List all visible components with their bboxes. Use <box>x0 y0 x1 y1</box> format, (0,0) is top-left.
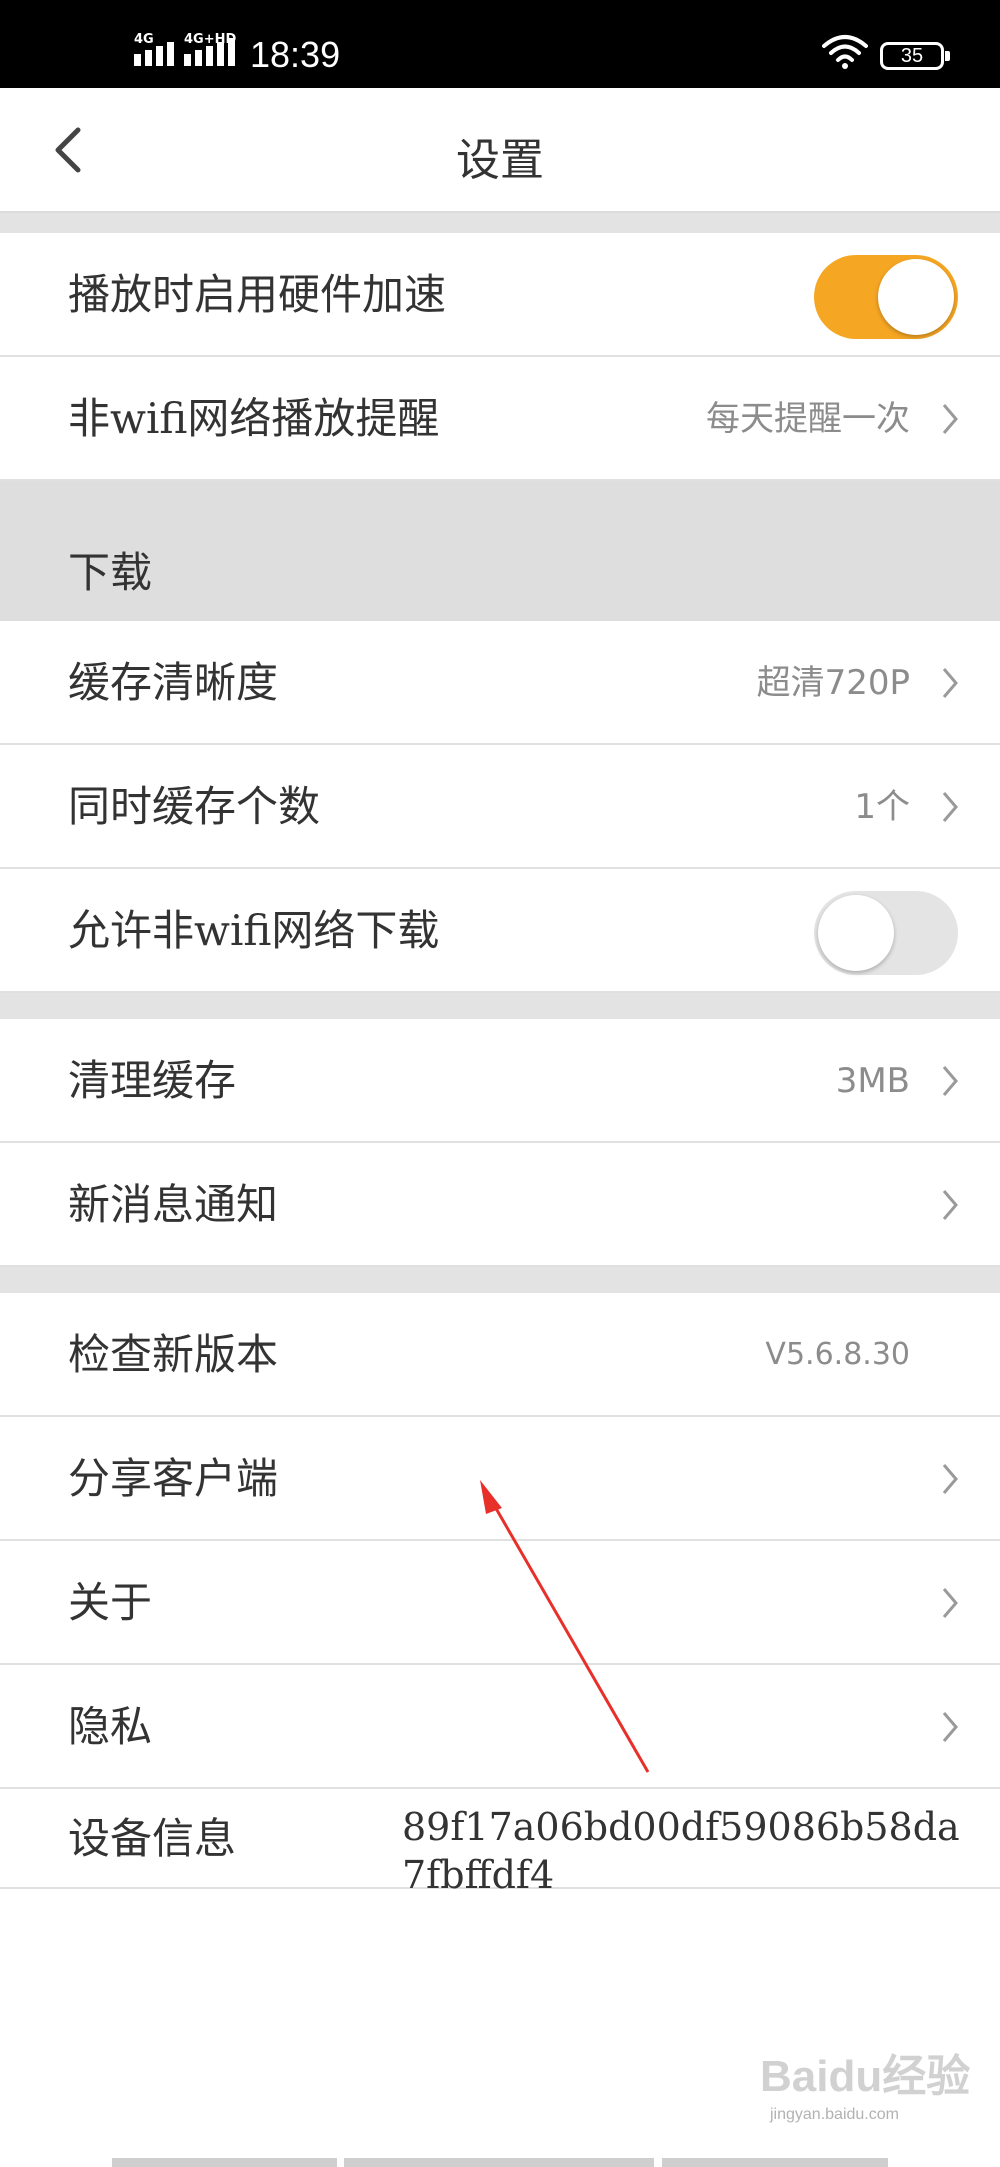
check-version-row[interactable]: 检查新版本 V5.6.8.30 <box>0 1293 1000 1417</box>
concurrent-cache-row[interactable]: 同时缓存个数 1个 <box>0 745 1000 869</box>
clear-cache-row[interactable]: 清理缓存 3MB <box>0 1019 1000 1143</box>
notifications-row[interactable]: 新消息通知 <box>0 1143 1000 1267</box>
network-type-label-2: 4G+HD <box>184 32 237 47</box>
non-wifi-play-label: 非wifi网络播放提醒 <box>68 394 440 443</box>
watermark-brand: Baidu经验 <box>760 2052 971 2101</box>
about-row[interactable]: 关于 <box>0 1541 1000 1665</box>
section-gap <box>0 993 1000 1019</box>
hw-accel-label: 播放时启用硬件加速 <box>68 270 447 319</box>
concurrent-cache-value: 1个 <box>854 787 910 827</box>
allow-non-wifi-download-label: 允许非wifi网络下载 <box>68 906 440 955</box>
share-client-label: 分享客户端 <box>68 1454 279 1503</box>
clear-cache-value: 3MB <box>835 1061 910 1101</box>
section-gap <box>0 213 1000 233</box>
chevron-right-icon <box>942 1588 958 1618</box>
device-info-value: 89f17a06bd00df59086b58da7fbffdf4 <box>402 1805 960 1897</box>
hw-accel-row[interactable]: 播放时启用硬件加速 <box>0 233 1000 357</box>
signal-strength-icon-2: 4G+HD <box>184 32 236 66</box>
battery-level: 35 <box>900 45 924 67</box>
about-label: 关于 <box>68 1578 153 1627</box>
check-version-value: V5.6.8.30 <box>765 1337 910 1372</box>
allow-non-wifi-download-toggle[interactable] <box>814 891 958 975</box>
wifi-icon <box>822 35 868 69</box>
chevron-right-icon <box>942 792 958 822</box>
privacy-row[interactable]: 隐私 <box>0 1665 1000 1789</box>
watermark-url: jingyan.baidu.com <box>770 2106 899 2123</box>
chevron-right-icon <box>942 1066 958 1096</box>
privacy-label: 隐私 <box>68 1702 153 1751</box>
notifications-label: 新消息通知 <box>68 1180 279 1229</box>
network-type-label: 4G <box>134 32 154 47</box>
check-version-label: 检查新版本 <box>68 1330 279 1379</box>
download-section-header: 下载 <box>0 481 1000 621</box>
non-wifi-play-value: 每天提醒一次 <box>706 399 910 439</box>
signal-strength-icon: 4G <box>134 32 174 66</box>
non-wifi-play-row[interactable]: 非wifi网络播放提醒 每天提醒一次 <box>0 357 1000 481</box>
status-bar: 4G 4G+HD 18:39 35 <box>0 0 1000 88</box>
chevron-right-icon <box>942 1464 958 1494</box>
section-gap <box>0 1267 1000 1293</box>
battery-icon: 35 <box>880 42 950 70</box>
page-title: 设置 <box>456 135 544 186</box>
bottom-indicator <box>0 2158 1000 2167</box>
concurrent-cache-label: 同时缓存个数 <box>68 782 321 831</box>
chevron-right-icon <box>942 668 958 698</box>
device-info-row: 设备信息 89f17a06bd00df59086b58da7fbffdf4 <box>0 1789 1000 1897</box>
cache-quality-label: 缓存清晰度 <box>68 658 279 707</box>
device-info-label: 设备信息 <box>68 1814 237 1863</box>
clear-cache-label: 清理缓存 <box>68 1056 237 1105</box>
chevron-right-icon <box>942 404 958 434</box>
chevron-right-icon <box>942 1190 958 1220</box>
chevron-right-icon <box>942 1712 958 1742</box>
allow-non-wifi-download-row[interactable]: 允许非wifi网络下载 <box>0 869 1000 993</box>
baidu-watermark: Baidu经验 jingyan.baidu.com <box>760 2040 980 2140</box>
download-section-title: 下载 <box>68 548 153 597</box>
share-client-row[interactable]: 分享客户端 <box>0 1417 1000 1541</box>
status-time: 18:39 <box>250 34 341 75</box>
cache-quality-row[interactable]: 缓存清晰度 超清720P <box>0 621 1000 745</box>
app-header: 设置 <box>0 88 1000 213</box>
hw-accel-toggle[interactable] <box>814 255 958 339</box>
cache-quality-value: 超清720P <box>756 663 910 703</box>
